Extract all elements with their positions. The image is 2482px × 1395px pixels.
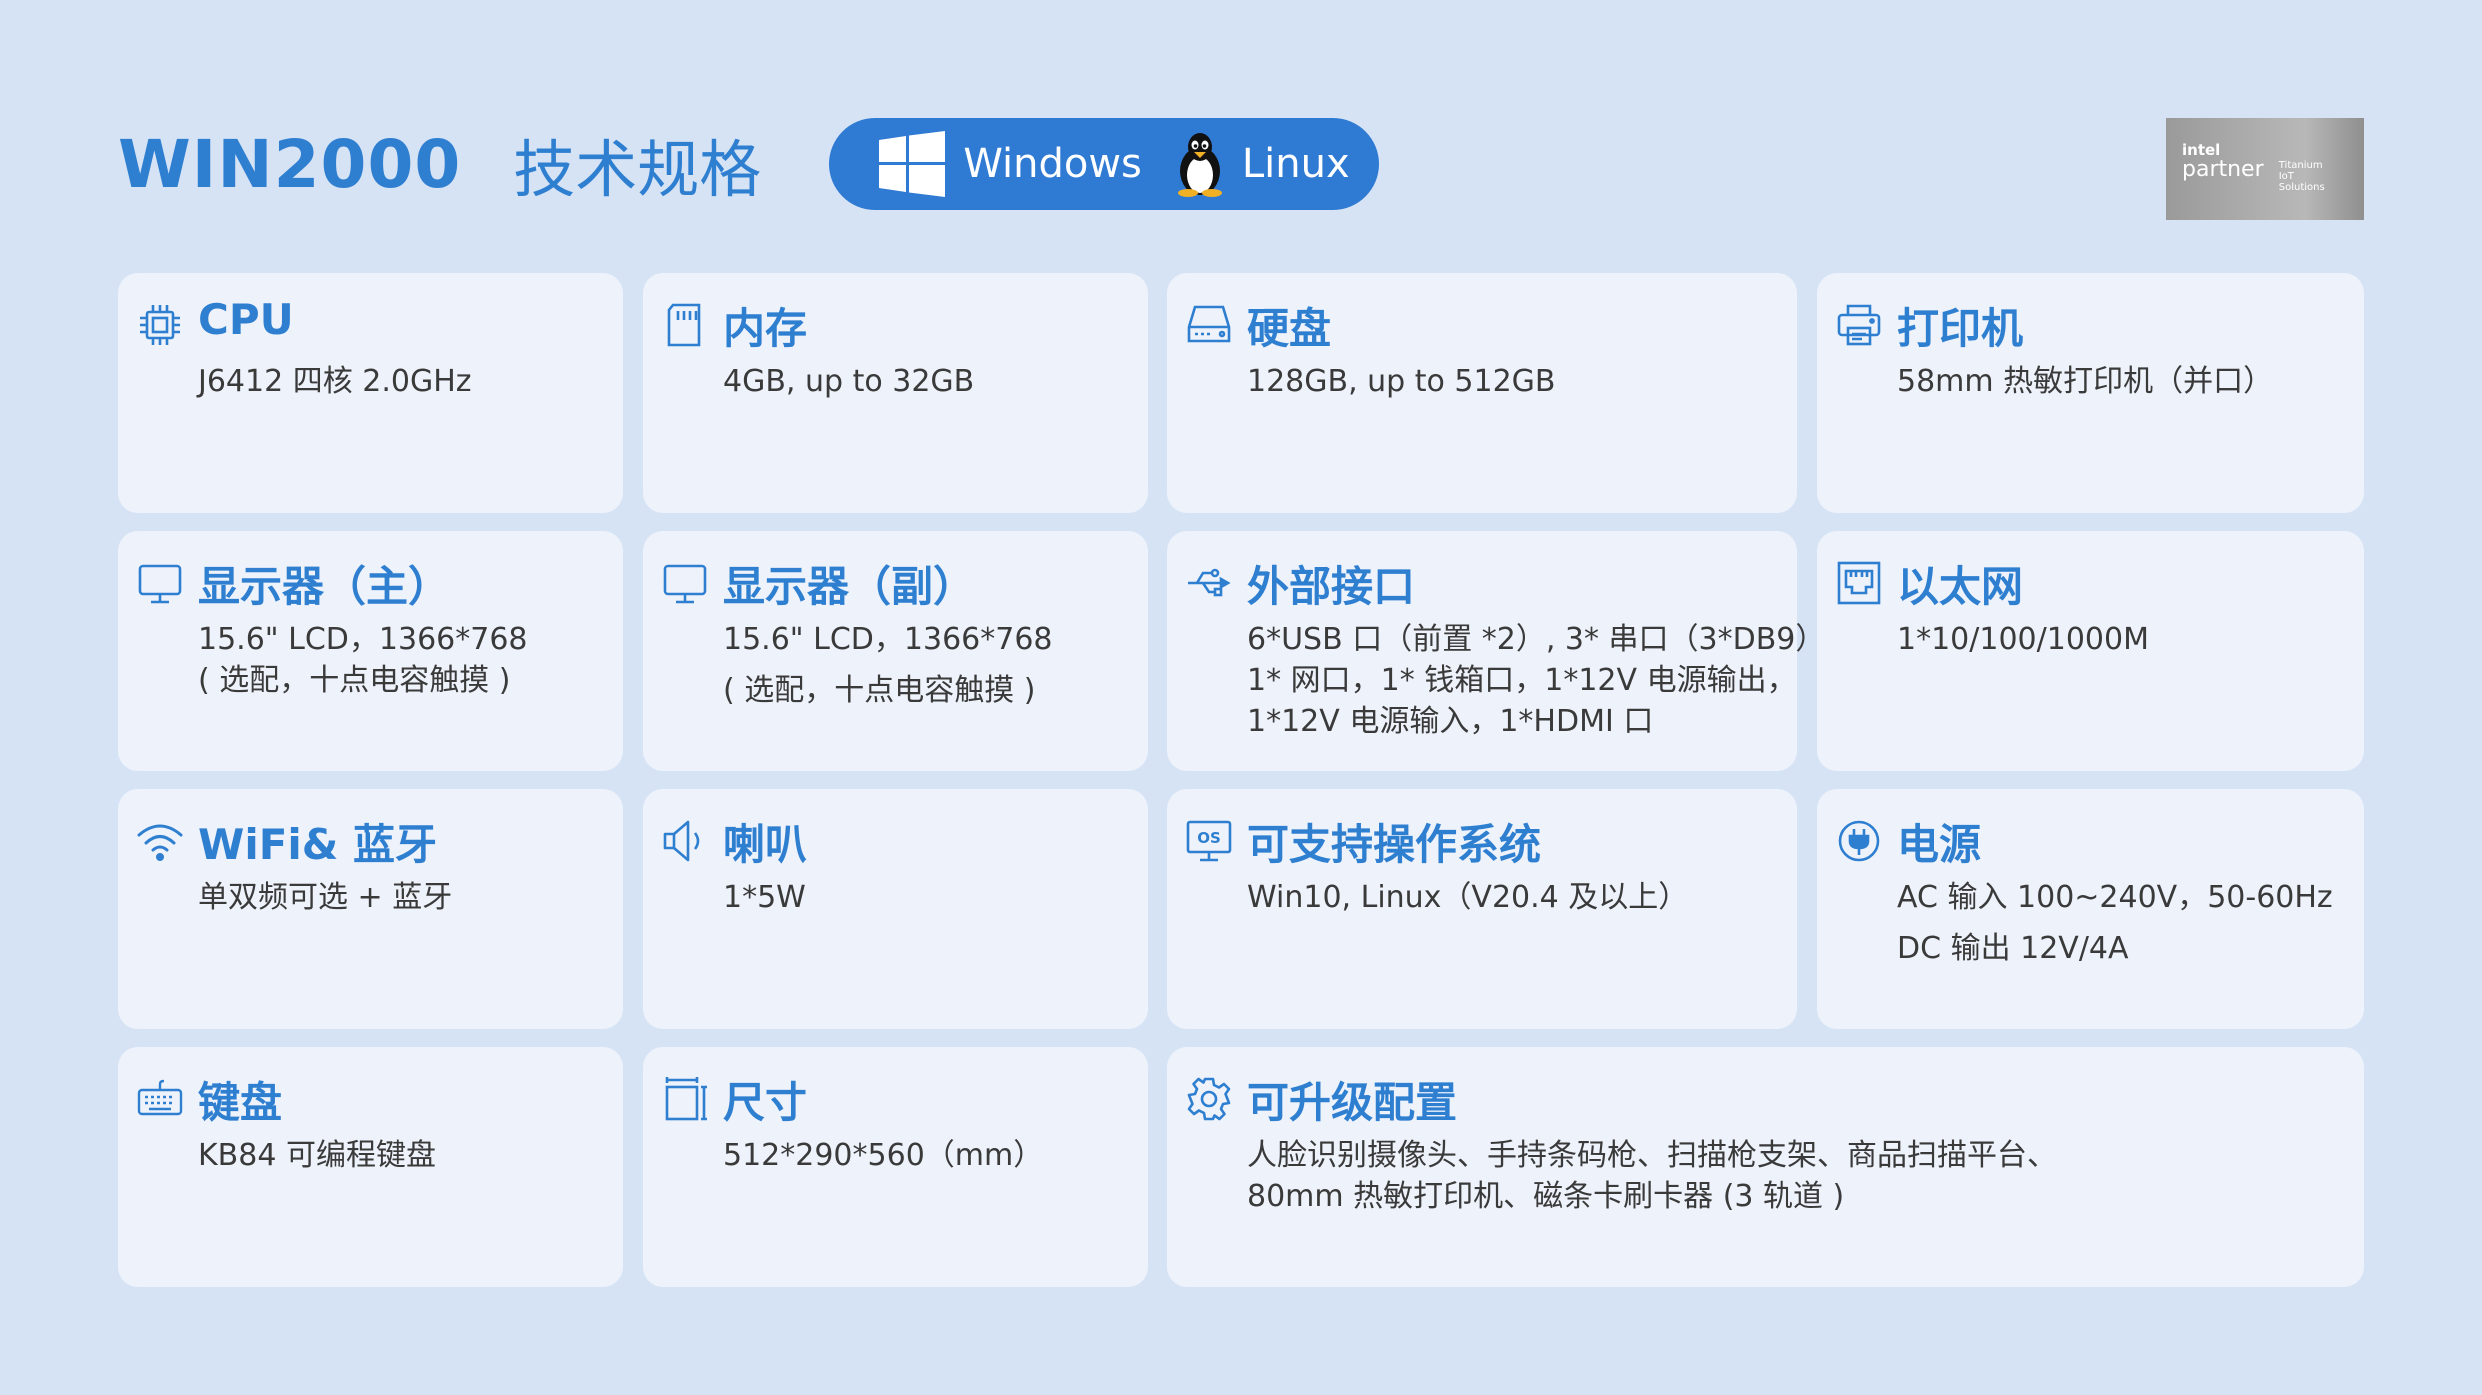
spec-title: 硬盘	[1247, 304, 1332, 353]
spec-card-disk: 硬盘 128GB, up to 512GB	[1167, 273, 1797, 513]
speaker-icon	[663, 820, 700, 862]
spec-body: Win10, Linux（V20.4 及以上）	[1247, 880, 1689, 915]
spec-card-upgrade: 可升级配置 人脸识别摄像头、手持条码枪、扫描枪支架、商品扫描平台、 80mm 热…	[1167, 1047, 2364, 1287]
spec-body: 人脸识别摄像头、手持条码枪、扫描枪支架、商品扫描平台、 80mm 热敏打印机、磁…	[1247, 1138, 2057, 1214]
printer-icon	[1837, 304, 1881, 346]
spec-card-speaker: 喇叭 1*5W	[643, 789, 1148, 1029]
power-plug-icon	[1838, 820, 1880, 862]
intel-brand: intel	[2182, 141, 2221, 159]
os-windows-label: Windows	[963, 141, 1142, 187]
spec-title: 外部接口	[1247, 562, 1416, 611]
product-name: WIN2000	[118, 125, 462, 203]
partner-label: partner	[2182, 157, 2264, 182]
memory-card-icon	[667, 303, 701, 347]
spec-card-power: 电源 AC 输入 100~240V，50-60Hz DC 输出 12V/4A	[1817, 789, 2364, 1029]
partner-tier: Titanium IoT Solutions	[2278, 160, 2325, 193]
svg-text:OS: OS	[1197, 829, 1221, 847]
spec-body: 15.6" LCD，1366*768 ( 选配，十点电容触摸 )	[198, 622, 528, 698]
spec-title: 显示器（主）	[198, 562, 451, 611]
keyboard-icon	[137, 1079, 183, 1116]
hard-drive-icon	[1187, 305, 1231, 343]
ethernet-port-icon	[1837, 561, 1881, 605]
spec-card-cpu: CPU J6412 四核 2.0GHz	[118, 273, 623, 513]
spec-card-keyboard: 键盘 KB84 可编程键盘	[118, 1047, 623, 1287]
spec-card-memory: 内存 4GB, up to 32GB	[643, 273, 1148, 513]
spec-title: 尺寸	[723, 1078, 808, 1127]
gear-icon	[1187, 1077, 1231, 1121]
spec-title: WiFi& 蓝牙	[198, 820, 438, 869]
spec-body: 单双频可选 + 蓝牙	[198, 880, 453, 915]
spec-card-size: 尺寸 512*290*560（mm）	[643, 1047, 1148, 1287]
spec-card-ethernet: 以太网 1*10/100/1000M	[1817, 531, 2364, 771]
spec-body: AC 输入 100~240V，50-60Hz DC 输出 12V/4A	[1897, 880, 2333, 966]
spec-title: 喇叭	[723, 820, 808, 869]
usb-icon	[1188, 568, 1231, 597]
spec-body: 512*290*560（mm）	[723, 1138, 1044, 1173]
spec-title: 可升级配置	[1247, 1078, 1458, 1127]
chip-icon	[140, 305, 180, 345]
windows-logo-icon	[879, 131, 946, 197]
os-badge: Windows Linux	[829, 118, 1380, 210]
spec-body: 6*USB 口（前置 *2）, 3* 串口（3*DB9）, 1* 网口，1* 钱…	[1247, 622, 1835, 739]
wifi-icon	[137, 824, 183, 861]
os-monitor-icon: OS	[1186, 820, 1232, 862]
spec-body: 58mm 热敏打印机（并口）	[1897, 364, 2274, 399]
spec-title: 可支持操作系统	[1247, 820, 1542, 869]
spec-body: J6412 四核 2.0GHz	[198, 364, 472, 399]
spec-title: 显示器（副）	[723, 562, 976, 611]
spec-body: 1*5W	[723, 880, 806, 915]
spec-card-display-main: 显示器（主） 15.6" LCD，1366*768 ( 选配，十点电容触摸 )	[118, 531, 623, 771]
monitor-icon	[663, 564, 707, 604]
spec-title: 电源	[1897, 820, 1982, 869]
spec-card-printer: 打印机 58mm 热敏打印机（并口）	[1817, 273, 2364, 513]
spec-title: 内存	[723, 304, 808, 353]
spec-title: 打印机	[1897, 304, 2024, 353]
spec-body: 15.6" LCD，1366*768 ( 选配，十点电容触摸 )	[723, 622, 1053, 708]
spec-title: CPU	[198, 295, 294, 344]
spec-title: 以太网	[1897, 562, 2024, 611]
spec-card-ports: 外部接口 6*USB 口（前置 *2）, 3* 串口（3*DB9）, 1* 网口…	[1167, 531, 1835, 771]
spec-body: 128GB, up to 512GB	[1247, 364, 1556, 399]
linux-penguin-icon	[1177, 133, 1222, 197]
dimensions-icon	[665, 1077, 707, 1121]
header: WIN2000 技术规格 Windows Linux	[118, 118, 1380, 210]
spec-title: 键盘	[198, 1078, 283, 1127]
spec-body: 1*10/100/1000M	[1897, 622, 2149, 657]
spec-card-wifi: WiFi& 蓝牙 单双频可选 + 蓝牙	[118, 789, 623, 1029]
spec-body: 4GB, up to 32GB	[723, 364, 975, 399]
page-title: 技术规格	[513, 133, 762, 206]
spec-body: KB84 可编程键盘	[198, 1138, 436, 1173]
os-linux-label: Linux	[1241, 141, 1350, 187]
monitor-icon	[138, 564, 182, 604]
spec-card-display-sub: 显示器（副） 15.6" LCD，1366*768 ( 选配，十点电容触摸 )	[643, 531, 1148, 771]
spec-card-os: OS 可支持操作系统 Win10, Linux（V20.4 及以上）	[1167, 789, 1797, 1029]
intel-partner-badge: intel partner Titanium IoT Solutions	[2166, 118, 2364, 220]
